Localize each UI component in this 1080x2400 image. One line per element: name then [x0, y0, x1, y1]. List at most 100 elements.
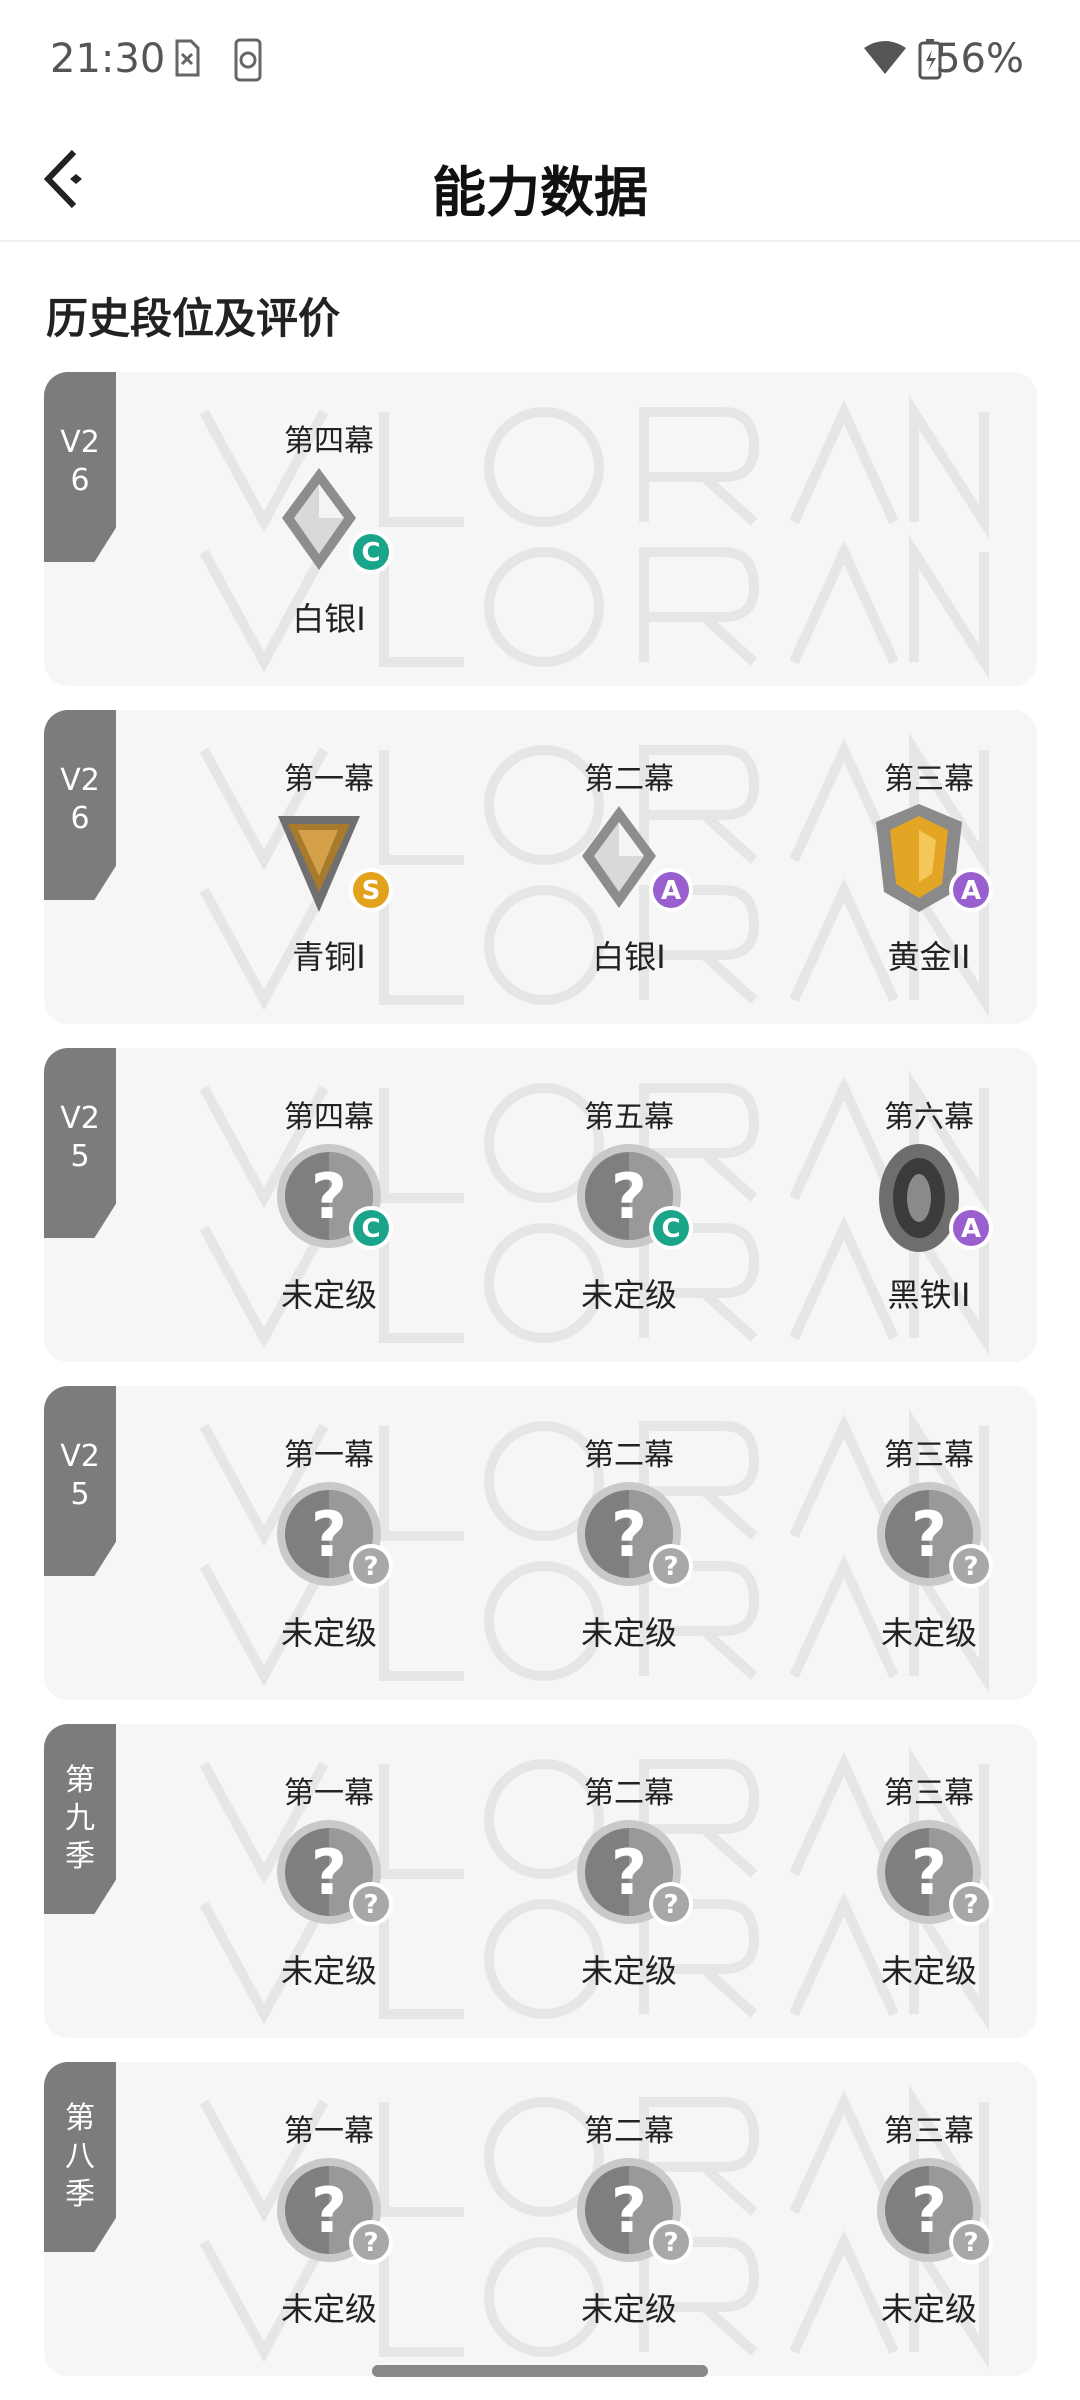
grade-badge-icon: ?	[947, 1880, 995, 1932]
act-label: 第一幕	[284, 2114, 374, 2149]
act-rank-item[interactable]: 第三幕?? 未定级	[829, 2106, 1029, 2330]
svg-text:A: A	[661, 876, 681, 906]
act-rank-item[interactable]: 第二幕?? 未定级	[529, 1768, 729, 1992]
unranked-rank-icon: ??	[559, 1814, 699, 1944]
svg-text:C: C	[661, 1214, 680, 1244]
season-tag-text: 第	[65, 1763, 95, 1798]
season-tag-text: 5	[70, 1477, 90, 1512]
season-card: V2 6 第四幕 C 白银I	[44, 372, 1037, 686]
rank-label: 未定级	[580, 1614, 677, 1652]
act-rank-item[interactable]: 第一幕?? 未定级	[229, 1768, 429, 1992]
unranked-rank-icon: ??	[259, 2152, 399, 2282]
season-tag: V2 5	[44, 1386, 116, 1576]
unranked-rank-icon: ??	[259, 1476, 399, 1606]
grade-badge-icon: ?	[647, 2218, 695, 2270]
act-label: 第二幕	[584, 1776, 674, 1811]
act-label: 第四幕	[284, 424, 374, 459]
unranked-rank-icon: ? C	[559, 1138, 699, 1268]
act-rank-item[interactable]: 第一幕?? 未定级	[229, 2106, 429, 2330]
act-label: 第三幕	[884, 1776, 974, 1811]
act-rank-item[interactable]: 第三幕?? 未定级	[829, 1430, 1029, 1654]
unranked-rank-icon: ??	[859, 1814, 999, 1944]
svg-text:?: ?	[363, 1552, 378, 1582]
sim-off-icon	[172, 38, 202, 82]
page-title: 能力数据	[432, 161, 648, 224]
rank-label: 未定级	[280, 1952, 377, 1990]
act-rank-item[interactable]: 第一幕 S 青铜I	[229, 754, 429, 978]
season-tag-text: 九	[65, 1801, 95, 1836]
act-label: 第一幕	[284, 762, 374, 797]
svg-text:?: ?	[663, 1552, 678, 1582]
season-tag-text: V2	[60, 425, 100, 460]
rank-label: 白银I	[592, 938, 666, 976]
grade-badge-icon: C	[647, 1204, 695, 1256]
season-tag-text: V2	[60, 1101, 100, 1136]
season-tag: V2 6	[44, 710, 116, 900]
svg-text:?: ?	[611, 1160, 647, 1233]
svg-text:?: ?	[963, 1890, 978, 1920]
act-label: 第二幕	[584, 2114, 674, 2149]
act-rank-item[interactable]: 第四幕 C 白银I	[229, 416, 429, 640]
act-rank-item[interactable]: 第三幕 A 黄金II	[829, 754, 1029, 978]
season-tag-text: 6	[70, 463, 90, 498]
svg-text:?: ?	[363, 2228, 378, 2258]
act-label: 第五幕	[584, 1100, 674, 1135]
svg-text:?: ?	[963, 2228, 978, 2258]
act-rank-item[interactable]: 第五幕? C 未定级	[529, 1092, 729, 1316]
season-card: 第九季 第一幕?? 未定级 第二幕?? 未定级 第三幕?? 未定级	[44, 1724, 1037, 2038]
act-label: 第一幕	[284, 1438, 374, 1473]
home-indicator[interactable]	[372, 2365, 708, 2377]
svg-text:A: A	[961, 1214, 981, 1244]
grade-badge-icon: ?	[347, 1880, 395, 1932]
nav-bar: 能力数据	[0, 120, 1080, 242]
rank-label: 未定级	[580, 1276, 677, 1314]
season-tag: V2 5	[44, 1048, 116, 1238]
rank-label: 白银I	[292, 600, 366, 638]
rank-label: 未定级	[580, 1952, 677, 1990]
season-tag-text: V2	[60, 1439, 100, 1474]
svg-text:?: ?	[311, 1498, 347, 1571]
season-tag-text: 季	[65, 1839, 95, 1874]
unranked-rank-icon: ??	[559, 2152, 699, 2282]
act-rank-item[interactable]: 第二幕 A 白银I	[529, 754, 729, 978]
rank-label: 未定级	[880, 1952, 977, 1990]
act-label: 第二幕	[584, 762, 674, 797]
grade-badge-icon: ?	[347, 1542, 395, 1594]
unranked-rank-icon: ??	[559, 1476, 699, 1606]
rank-label: 未定级	[580, 2290, 677, 2328]
wifi-icon	[862, 40, 908, 80]
grade-badge-icon: A	[947, 866, 995, 918]
act-rank-item[interactable]: 第四幕? C 未定级	[229, 1092, 429, 1316]
season-tag: 第九季	[44, 1724, 116, 1914]
act-rank-item[interactable]: 第二幕?? 未定级	[529, 1430, 729, 1654]
gold-rank-icon: A	[859, 800, 999, 930]
season-card: V2 6 第一幕 S 青铜I 第二幕 A 白银I 第三幕 A 黄金II	[44, 710, 1037, 1024]
act-label: 第四幕	[284, 1100, 374, 1135]
svg-text:?: ?	[611, 1836, 647, 1909]
act-label: 第二幕	[584, 1438, 674, 1473]
season-tag-text: V2	[60, 763, 100, 798]
season-card: V2 5 第四幕? C 未定级 第五幕? C 未定级 第六幕 A 黑铁II	[44, 1048, 1037, 1362]
grade-badge-icon: ?	[647, 1542, 695, 1594]
grade-badge-icon: C	[347, 1204, 395, 1256]
act-rank-item[interactable]: 第一幕?? 未定级	[229, 1430, 429, 1654]
status-time: 21:30	[50, 36, 166, 82]
svg-text:C: C	[361, 538, 380, 568]
phone-sync-icon	[232, 38, 266, 86]
svg-text:?: ?	[911, 2174, 947, 2247]
grade-badge-icon: ?	[647, 1880, 695, 1932]
act-rank-item[interactable]: 第六幕 A 黑铁II	[829, 1092, 1029, 1316]
iron-rank-icon: A	[859, 1138, 999, 1268]
silver-rank-icon: C	[259, 462, 399, 592]
unranked-rank-icon: ? C	[259, 1138, 399, 1268]
grade-badge-icon: S	[347, 866, 395, 918]
act-rank-item[interactable]: 第二幕?? 未定级	[529, 2106, 729, 2330]
rank-label: 未定级	[280, 1276, 377, 1314]
svg-text:?: ?	[311, 2174, 347, 2247]
season-tag-text: 5	[70, 1139, 90, 1174]
grade-badge-icon: ?	[947, 1542, 995, 1594]
season-card: 第八季 第一幕?? 未定级 第二幕?? 未定级 第三幕?? 未定级	[44, 2062, 1037, 2376]
act-rank-item[interactable]: 第三幕?? 未定级	[829, 1768, 1029, 1992]
svg-text:C: C	[361, 1214, 380, 1244]
rank-label: 未定级	[880, 2290, 977, 2328]
